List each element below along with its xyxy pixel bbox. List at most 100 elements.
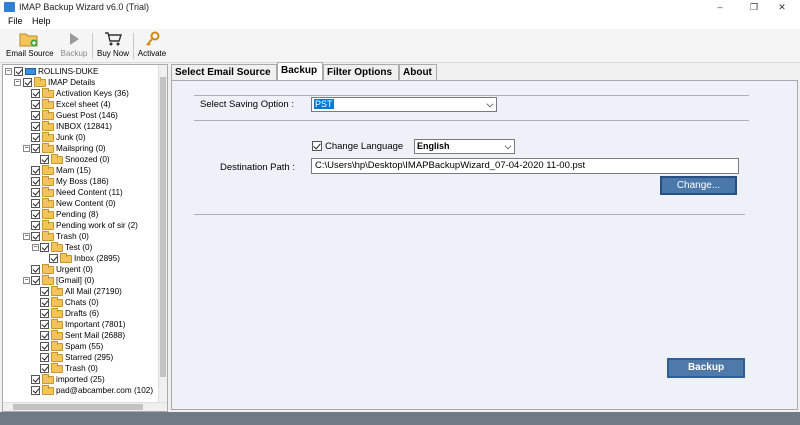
tree-checkbox[interactable] [31, 144, 40, 153]
tree-checkbox[interactable] [31, 265, 40, 274]
tab-filter-options[interactable]: Filter Options [323, 64, 399, 80]
tree-checkbox[interactable] [40, 331, 49, 340]
collapse-icon[interactable]: − [23, 233, 30, 240]
tree-checkbox[interactable] [31, 133, 40, 142]
scrollbar-thumb[interactable] [160, 77, 166, 377]
tree-checkbox[interactable] [49, 254, 58, 263]
tree-checkbox[interactable] [31, 221, 40, 230]
language-select[interactable]: English [414, 139, 515, 154]
tree-item-label: Guest Post (146) [56, 111, 118, 120]
folder-icon [42, 220, 54, 230]
tree-item-label: New Content (0) [56, 199, 116, 208]
tree-checkbox[interactable] [40, 243, 49, 252]
scrollbar-thumb[interactable] [13, 404, 143, 410]
close-button[interactable]: ✕ [762, 0, 800, 15]
tree-checkbox[interactable] [31, 100, 40, 109]
tree-item-label: Mam (15) [56, 166, 92, 175]
folder-icon [42, 198, 54, 208]
tree-checkbox[interactable] [40, 155, 49, 164]
tree-checkbox[interactable] [23, 78, 32, 87]
tree-item-folder[interactable]: Pending (8) [3, 209, 163, 220]
tree-checkbox[interactable] [31, 188, 40, 197]
tree-item-folder[interactable]: − [Gmail] (0) [3, 275, 163, 286]
tree-checkbox[interactable] [31, 375, 40, 384]
tree-item-folder[interactable]: Chats (0) [3, 297, 163, 308]
menu-file[interactable]: File [8, 16, 23, 26]
destination-path-field[interactable]: C:\Users\hp\Desktop\IMAPBackupWizard_07-… [311, 158, 739, 174]
tree-item-folder[interactable]: Inbox (2895) [3, 253, 163, 264]
trash-folder-icon [51, 363, 63, 373]
app-icon [4, 2, 15, 12]
tab-select-email-source[interactable]: Select Email Source [171, 64, 277, 80]
tree-checkbox[interactable] [31, 177, 40, 186]
backup-toolbar-button[interactable]: Backup [58, 31, 90, 61]
menu-help[interactable]: Help [32, 16, 51, 26]
tree-item-folder[interactable]: New Content (0) [3, 198, 163, 209]
tree-checkbox[interactable] [31, 232, 40, 241]
tree-item-folder[interactable]: Urgent (0) [3, 264, 163, 275]
change-language-checkbox[interactable] [312, 141, 322, 151]
tree-checkbox[interactable] [14, 67, 23, 76]
folder-icon [42, 143, 54, 153]
collapse-icon[interactable]: − [5, 68, 12, 75]
tree-item-folder[interactable]: − Trash (0) [3, 231, 163, 242]
tree-item-folder[interactable]: Need Content (11) [3, 187, 163, 198]
tree-item-folder[interactable]: All Mail (27190) [3, 286, 163, 297]
tree-item-folder[interactable]: Trash (0) [3, 363, 163, 374]
collapse-icon[interactable]: − [23, 277, 30, 284]
tree-item-label: Sent Mail (2688) [65, 331, 126, 340]
tree-item-folder[interactable]: Pending work of sir (2) [3, 220, 163, 231]
folder-icon [51, 341, 63, 351]
tree-checkbox[interactable] [31, 89, 40, 98]
buy-now-button[interactable]: Buy Now [95, 31, 131, 61]
collapse-icon[interactable]: − [14, 79, 21, 86]
tree-checkbox[interactable] [31, 122, 40, 131]
tree-checkbox[interactable] [31, 166, 40, 175]
tree-item-folder[interactable]: − Test (0) [3, 242, 163, 253]
tree-item-folder[interactable]: Activation Keys (36) [3, 88, 163, 99]
tab-backup[interactable]: Backup [277, 62, 323, 81]
tree-checkbox[interactable] [40, 298, 49, 307]
tree-item-root[interactable]: − ROLLINS-DUKE [3, 66, 163, 77]
tree-item-folder[interactable]: My Boss (186) [3, 176, 163, 187]
tree-checkbox[interactable] [40, 342, 49, 351]
tree-item-folder[interactable]: Excel sheet (4) [3, 99, 163, 110]
tree-checkbox[interactable] [31, 199, 40, 208]
saving-option-select[interactable]: PST [311, 97, 497, 112]
tree-item-folder[interactable]: Starred (295) [3, 352, 163, 363]
tree-item-folder[interactable]: INBOX (12841) [3, 121, 163, 132]
activate-button[interactable]: Activate [136, 31, 168, 61]
backup-button[interactable]: Backup [667, 358, 745, 378]
collapse-icon[interactable]: − [23, 145, 30, 152]
tree-item-folder[interactable]: Important (7801) [3, 319, 163, 330]
change-button[interactable]: Change... [660, 176, 737, 195]
collapse-icon[interactable]: − [32, 244, 39, 251]
tree-item-folder[interactable]: Mam (15) [3, 165, 163, 176]
tab-about[interactable]: About [399, 64, 437, 80]
tree-checkbox[interactable] [40, 320, 49, 329]
tree-item-folder[interactable]: Spam (55) [3, 341, 163, 352]
tree-vertical-scrollbar[interactable] [158, 65, 167, 403]
tree-item-folder[interactable]: pad@abcamber.com (102) [3, 385, 163, 396]
tree-checkbox[interactable] [40, 287, 49, 296]
tree-checkbox[interactable] [31, 386, 40, 395]
tree-item-folder[interactable]: Junk (0) [3, 132, 163, 143]
tree-checkbox[interactable] [40, 364, 49, 373]
tree-item-folder[interactable]: imported (25) [3, 374, 163, 385]
tree-checkbox[interactable] [31, 111, 40, 120]
tree-horizontal-scrollbar[interactable] [3, 402, 167, 411]
tree-item-folder[interactable]: − Mailspring (0) [3, 143, 163, 154]
email-source-button[interactable]: Email Source [6, 31, 54, 61]
tree-item-imap-details[interactable]: − IMAP Details [3, 77, 163, 88]
tree-checkbox[interactable] [31, 276, 40, 285]
tree-checkbox[interactable] [31, 210, 40, 219]
tree-item-folder[interactable]: Drafts (6) [3, 308, 163, 319]
folder-icon [60, 253, 72, 263]
tree-item-folder[interactable]: Sent Mail (2688) [3, 330, 163, 341]
tree-item-label: Snoozed (0) [65, 155, 110, 164]
tree-item-folder[interactable]: Snoozed (0) [3, 154, 163, 165]
tree-checkbox[interactable] [40, 309, 49, 318]
tree-checkbox[interactable] [40, 353, 49, 362]
folder-tree[interactable]: − ROLLINS-DUKE − IMAP Details Activation… [2, 64, 168, 412]
tree-item-folder[interactable]: Guest Post (146) [3, 110, 163, 121]
